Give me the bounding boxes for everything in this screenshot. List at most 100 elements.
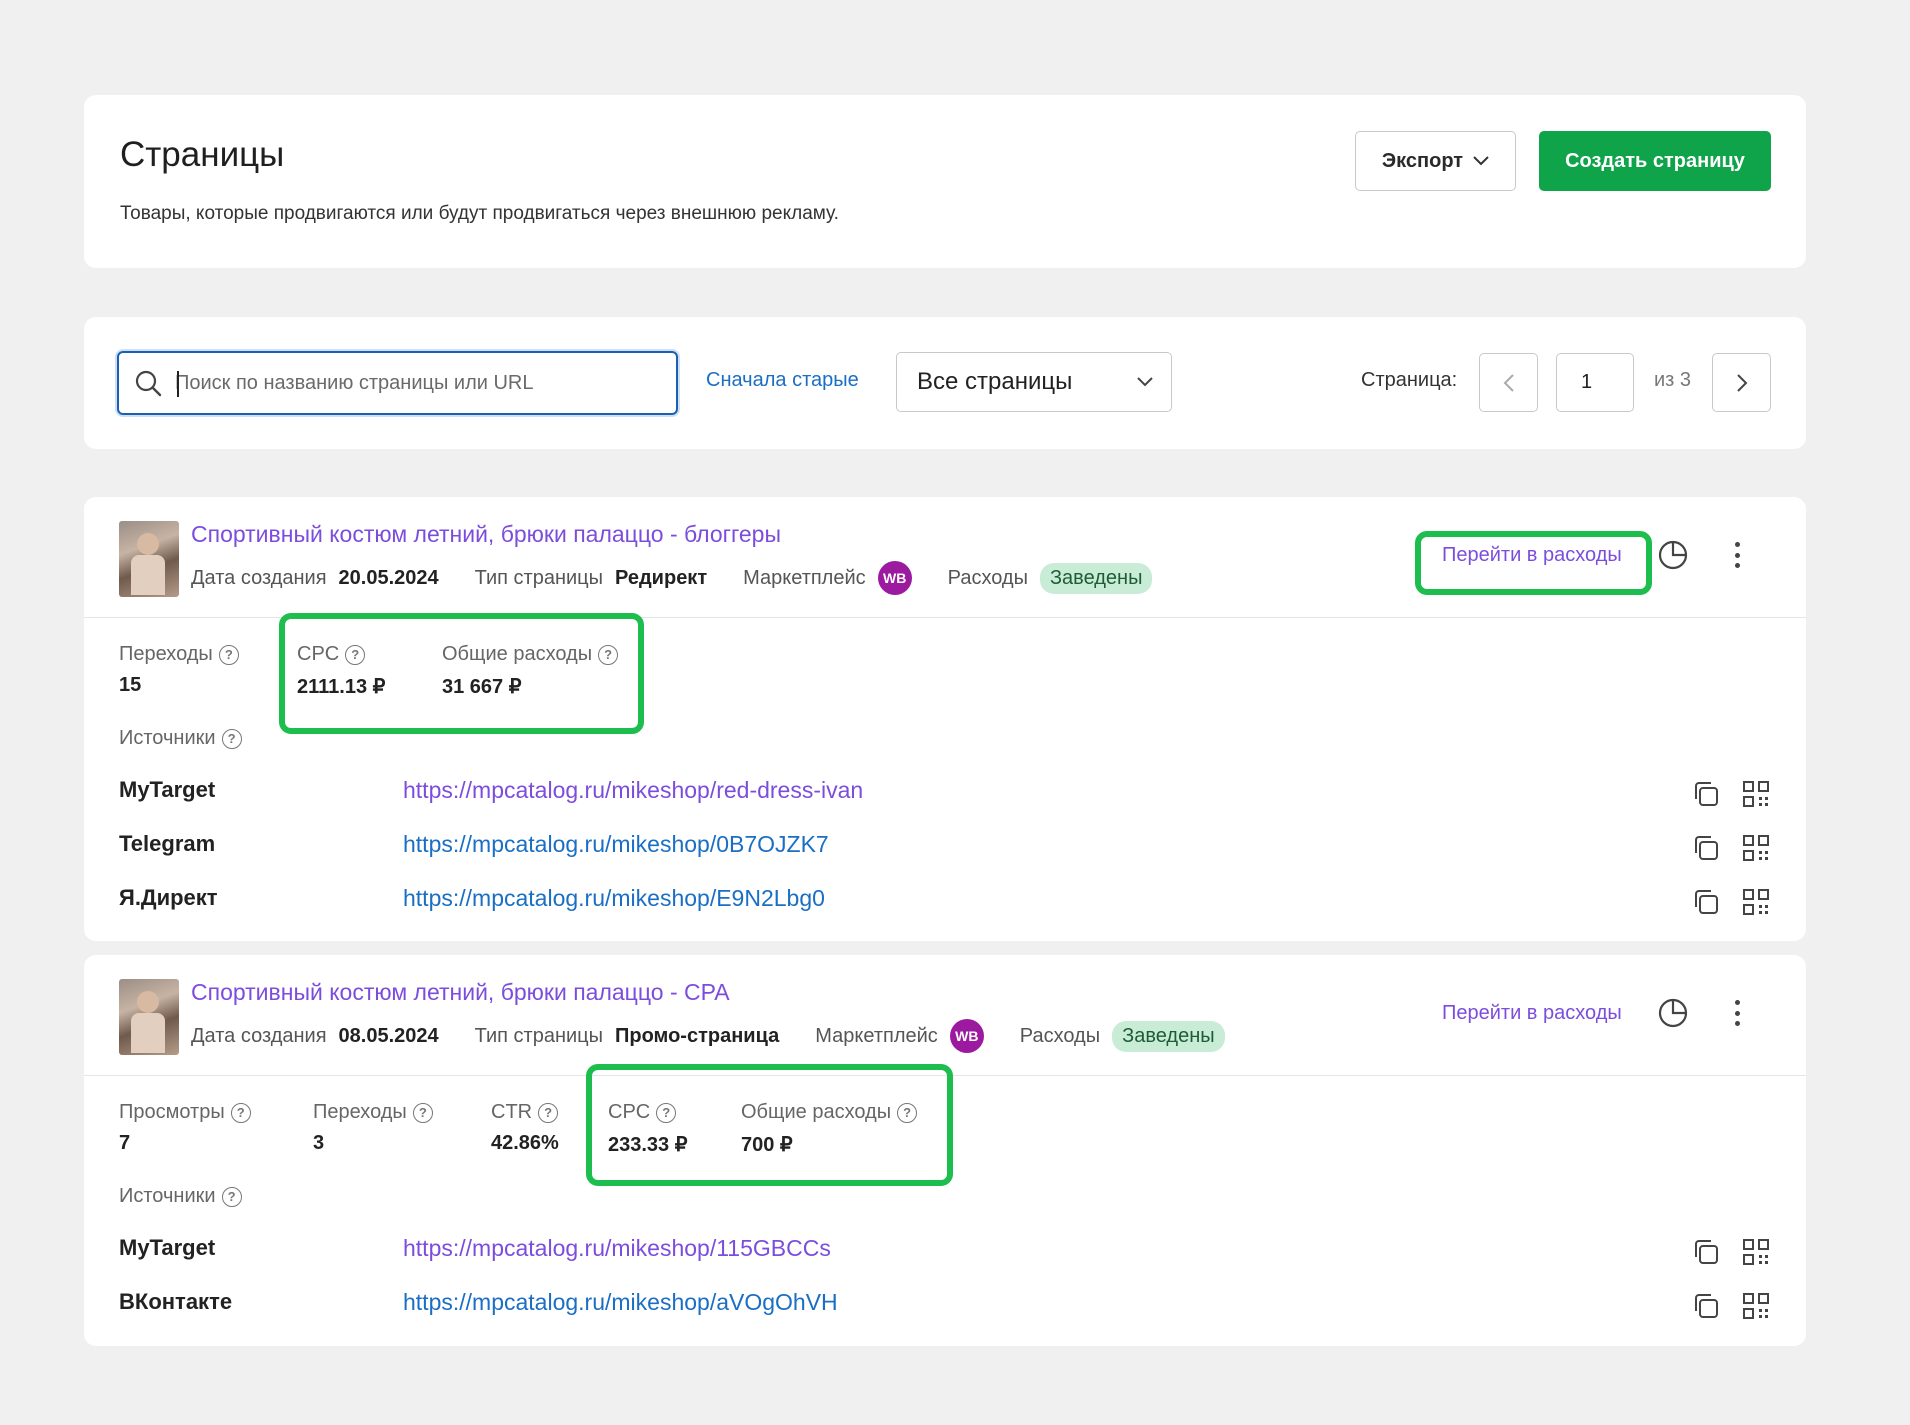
stat-label: Общие расходы — [741, 1101, 892, 1123]
stat-total-expenses: Общие расходы? 31 667 ₽ — [442, 643, 619, 699]
stat-label: Переходы — [119, 643, 213, 665]
date-label: Дата создания — [191, 1024, 327, 1047]
export-button[interactable]: Экспорт — [1355, 131, 1516, 191]
help-icon[interactable]: ? — [412, 1102, 433, 1123]
wb-marketplace-icon: WB — [877, 561, 912, 595]
stat-value: 700 ₽ — [741, 1134, 793, 1156]
stat-ctr: CTR? 42.86% — [491, 1101, 559, 1155]
page-meta: Дата создания 20.05.2024 Тип страницы Ре… — [191, 561, 1153, 595]
sources-label: Источники — [119, 727, 216, 749]
copy-icon[interactable] — [1691, 1291, 1721, 1321]
qr-code-icon[interactable] — [1741, 1237, 1771, 1267]
stat-label: CTR — [491, 1101, 533, 1123]
stat-label: Просмотры — [119, 1101, 225, 1123]
text-caret — [177, 371, 179, 397]
stat-label: Общие расходы — [442, 643, 593, 665]
page-title-link[interactable]: Спортивный костюм летний, брюки палаццо … — [191, 521, 781, 548]
expenses-label: Расходы — [947, 566, 1028, 589]
copy-icon[interactable] — [1691, 833, 1721, 863]
search-box[interactable] — [117, 351, 678, 415]
header-card: Страницы Товары, которые продвигаются ил… — [84, 95, 1806, 268]
product-thumbnail[interactable] — [119, 521, 179, 597]
source-url-link[interactable]: https://mpcatalog.ru/mikeshop/0B7OJZK7 — [403, 831, 829, 858]
help-icon[interactable]: ? — [230, 1102, 251, 1123]
go-to-expenses-link[interactable]: Перейти в расходы — [1442, 1002, 1622, 1025]
copy-icon[interactable] — [1691, 887, 1721, 917]
help-icon[interactable]: ? — [218, 644, 239, 665]
more-menu-icon[interactable] — [1732, 539, 1742, 571]
product-thumbnail[interactable] — [119, 979, 179, 1055]
page-title-link[interactable]: Спортивный костюм летний, брюки палаццо … — [191, 979, 730, 1006]
page-number-input[interactable] — [1556, 353, 1634, 412]
qr-code-icon[interactable] — [1741, 833, 1771, 863]
stat-value: 7 — [119, 1132, 131, 1154]
stats-chart-icon[interactable] — [1657, 997, 1689, 1029]
help-icon[interactable]: ? — [221, 728, 242, 749]
wb-marketplace-icon: WB — [949, 1019, 984, 1053]
source-row: ВКонтакте https://mpcatalog.ru/mikeshop/… — [119, 1289, 1771, 1323]
sources-heading: Источники? — [119, 1185, 242, 1208]
qr-code-icon[interactable] — [1741, 887, 1771, 917]
stat-clicks: Переходы? 3 — [313, 1101, 433, 1155]
filter-bar: Сначала старые Все страницы Страница: из… — [84, 317, 1806, 449]
date-label: Дата создания — [191, 566, 327, 589]
source-name: MyTarget — [119, 1235, 216, 1260]
type-value: Промо-страница — [615, 1024, 780, 1047]
source-name: ВКонтакте — [119, 1289, 233, 1314]
more-menu-icon[interactable] — [1732, 997, 1742, 1029]
source-url-link[interactable]: https://mpcatalog.ru/mikeshop/115GBCCs — [403, 1235, 831, 1262]
stat-value: 15 — [119, 674, 142, 696]
expenses-label: Расходы — [1019, 1024, 1101, 1047]
sources-label: Источники — [119, 1185, 216, 1207]
stat-clicks: Переходы? 15 — [119, 643, 239, 697]
help-icon[interactable]: ? — [897, 1102, 918, 1123]
stats-chart-icon[interactable] — [1657, 539, 1689, 571]
source-url-link[interactable]: https://mpcatalog.ru/mikeshop/E9N2Lbg0 — [403, 885, 825, 912]
stat-value: 31 667 ₽ — [442, 676, 522, 698]
search-input[interactable] — [175, 371, 655, 395]
next-page-button[interactable] — [1712, 353, 1771, 412]
go-to-expenses-link[interactable]: Перейти в расходы — [1442, 544, 1622, 567]
source-row: MyTarget https://mpcatalog.ru/mikeshop/1… — [119, 1235, 1771, 1269]
source-row: MyTarget https://mpcatalog.ru/mikeshop/r… — [119, 777, 1771, 811]
stat-total-expenses: Общие расходы? 700 ₽ — [741, 1101, 918, 1157]
source-row: Telegram https://mpcatalog.ru/mikeshop/0… — [119, 831, 1771, 865]
help-icon[interactable]: ? — [598, 644, 619, 665]
page-title: Страницы — [120, 135, 285, 174]
expenses-status-badge: Заведены — [1039, 562, 1153, 594]
stat-value: 233.33 ₽ — [608, 1134, 688, 1156]
stat-value: 3 — [313, 1132, 325, 1154]
expenses-status-badge: Заведены — [1112, 1020, 1225, 1052]
type-value: Редирект — [615, 566, 708, 589]
chevron-down-icon — [1473, 156, 1489, 166]
qr-code-icon[interactable] — [1741, 1291, 1771, 1321]
stat-label: CPC — [608, 1101, 651, 1123]
help-icon[interactable]: ? — [221, 1186, 242, 1207]
search-icon — [133, 368, 163, 398]
copy-icon[interactable] — [1691, 1237, 1721, 1267]
help-icon[interactable]: ? — [538, 1102, 559, 1123]
select-value: Все страницы — [917, 368, 1073, 395]
page-filter-select[interactable]: Все страницы — [896, 352, 1172, 412]
qr-code-icon[interactable] — [1741, 779, 1771, 809]
marketplace-label: Маркетплейс — [815, 1024, 938, 1047]
type-label: Тип страницы — [474, 1024, 604, 1047]
help-icon[interactable]: ? — [345, 644, 366, 665]
page-card: Спортивный костюм летний, брюки палаццо … — [84, 497, 1806, 941]
copy-icon[interactable] — [1691, 779, 1721, 809]
create-page-button[interactable]: Создать страницу — [1539, 131, 1771, 191]
page-subtitle: Товары, которые продвигаются или будут п… — [120, 203, 839, 224]
pagination-label: Страница: — [1361, 369, 1458, 391]
source-url-link[interactable]: https://mpcatalog.ru/mikeshop/aVOgOhVH — [403, 1289, 838, 1316]
stat-cpc: CPC? 233.33 ₽ — [608, 1101, 687, 1157]
help-icon[interactable]: ? — [656, 1102, 677, 1123]
chevron-left-icon — [1503, 373, 1514, 392]
source-name: MyTarget — [119, 777, 216, 802]
source-url-link[interactable]: https://mpcatalog.ru/mikeshop/red-dress-… — [403, 777, 863, 804]
source-name: Я.Директ — [119, 885, 218, 910]
date-value: 08.05.2024 — [338, 1024, 439, 1047]
page-total: из 3 — [1654, 369, 1692, 391]
sort-toggle-link[interactable]: Сначала старые — [706, 369, 859, 392]
stat-label: CPC — [297, 643, 340, 665]
prev-page-button[interactable] — [1479, 353, 1538, 412]
